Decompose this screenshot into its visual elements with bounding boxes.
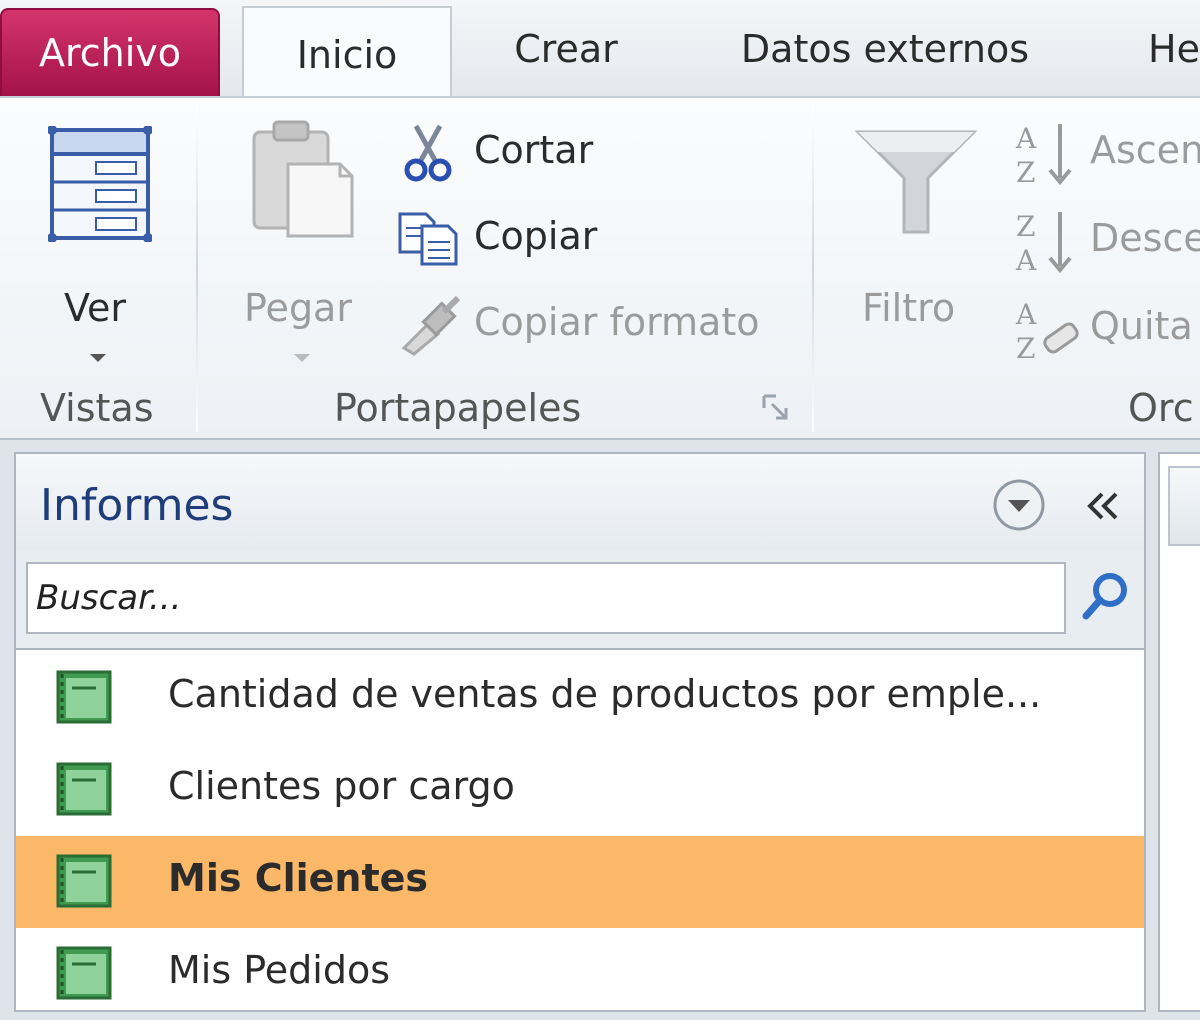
search-icon[interactable]	[1078, 568, 1134, 624]
group-separator	[812, 106, 814, 432]
list-item-label: Mis Clientes	[168, 856, 429, 900]
sort-ascending-label: Ascen	[1090, 128, 1200, 172]
nav-pane-title: Informes	[40, 480, 234, 531]
list-item[interactable]: Clientes por cargo	[16, 744, 1144, 836]
svg-text:A: A	[1015, 298, 1037, 331]
copy-icon	[398, 212, 458, 266]
tab-create[interactable]: Crear	[466, 0, 666, 98]
nav-search-bar	[16, 550, 1144, 650]
list-item[interactable]: Mis Pedidos	[16, 928, 1144, 1020]
tab-file[interactable]: Archivo	[0, 8, 220, 96]
tab-external-data[interactable]: Datos externos	[690, 0, 1080, 98]
copy-button-label: Copiar	[474, 214, 598, 258]
list-item-label: Cantidad de ventas de productos por empl…	[168, 672, 1042, 716]
format-painter-button[interactable]: Copiar formato	[398, 296, 798, 360]
sort-ascending-icon: A Z	[1015, 122, 1072, 188]
navigation-pane: Informes Cantidad de ventas de productos…	[14, 452, 1146, 1012]
remove-sort-label: Quita	[1090, 304, 1193, 348]
ribbon: Ver Vistas Pegar Cortar Copiar Copiar fo…	[0, 96, 1200, 440]
svg-text:A: A	[1015, 244, 1037, 276]
list-item-selected[interactable]: Mis Clientes	[16, 836, 1144, 928]
clear-sort-icon: A Z	[1015, 298, 1079, 364]
list-item-label: Clientes por cargo	[168, 764, 515, 808]
scissors-icon	[404, 124, 452, 182]
tab-next-partial[interactable]: He	[1110, 0, 1200, 98]
group-separator	[196, 106, 198, 432]
paste-button[interactable]: Pegar	[236, 118, 366, 398]
format-painter-label: Copiar formato	[474, 300, 760, 344]
collapse-pane-icon[interactable]	[1084, 486, 1124, 526]
cut-button-label: Cortar	[474, 128, 594, 172]
table-view-icon	[48, 126, 152, 242]
list-item-label: Mis Pedidos	[168, 948, 391, 992]
svg-text:Z: Z	[1016, 210, 1035, 243]
tab-home[interactable]: Inicio	[242, 6, 452, 102]
dropdown-arrow-icon	[294, 354, 310, 362]
filter-funnel-icon	[854, 130, 978, 234]
document-tab[interactable]	[1168, 466, 1200, 546]
ribbon-tab-bar: Archivo Inicio Crear Datos externos He	[0, 0, 1200, 102]
report-icon	[56, 854, 112, 908]
sort-descending-icon: Z A	[1015, 210, 1072, 276]
svg-text:Z: Z	[1016, 156, 1035, 188]
paintbrush-icon	[401, 296, 461, 356]
list-item[interactable]: Cantidad de ventas de productos por empl…	[16, 652, 1144, 744]
svg-text:Z: Z	[1016, 332, 1035, 364]
document-area	[1158, 452, 1200, 1012]
group-label-sort-filter: Orc	[1128, 386, 1194, 430]
cut-button[interactable]: Cortar	[398, 124, 638, 188]
sort-descending-label: Desce	[1090, 216, 1200, 260]
copy-button[interactable]: Copiar	[398, 210, 638, 274]
paste-button-label: Pegar	[244, 286, 352, 330]
dropdown-arrow-icon	[90, 354, 106, 362]
group-label-clipboard: Portapapeles	[334, 386, 582, 430]
svg-text:A: A	[1015, 122, 1037, 155]
view-button-label: Ver	[64, 286, 127, 330]
report-icon	[56, 762, 112, 816]
search-input[interactable]	[26, 562, 1066, 634]
filter-button-label: Filtro	[862, 286, 956, 330]
paste-icon	[252, 120, 354, 238]
report-icon	[56, 670, 112, 724]
remove-sort-button[interactable]: A Z Quita	[1012, 294, 1200, 366]
report-icon	[56, 946, 112, 1000]
dialog-launcher-icon[interactable]	[762, 394, 790, 422]
nav-pane-header[interactable]: Informes	[16, 454, 1144, 550]
filter-button[interactable]: Filtro	[846, 118, 986, 358]
group-label-views: Vistas	[40, 386, 154, 430]
sort-ascending-button[interactable]: A Z Ascen	[1012, 118, 1200, 190]
chevron-down-circle-icon[interactable]	[992, 478, 1046, 532]
view-button[interactable]: Ver	[20, 118, 180, 398]
sort-descending-button[interactable]: Z A Desce	[1012, 206, 1200, 278]
